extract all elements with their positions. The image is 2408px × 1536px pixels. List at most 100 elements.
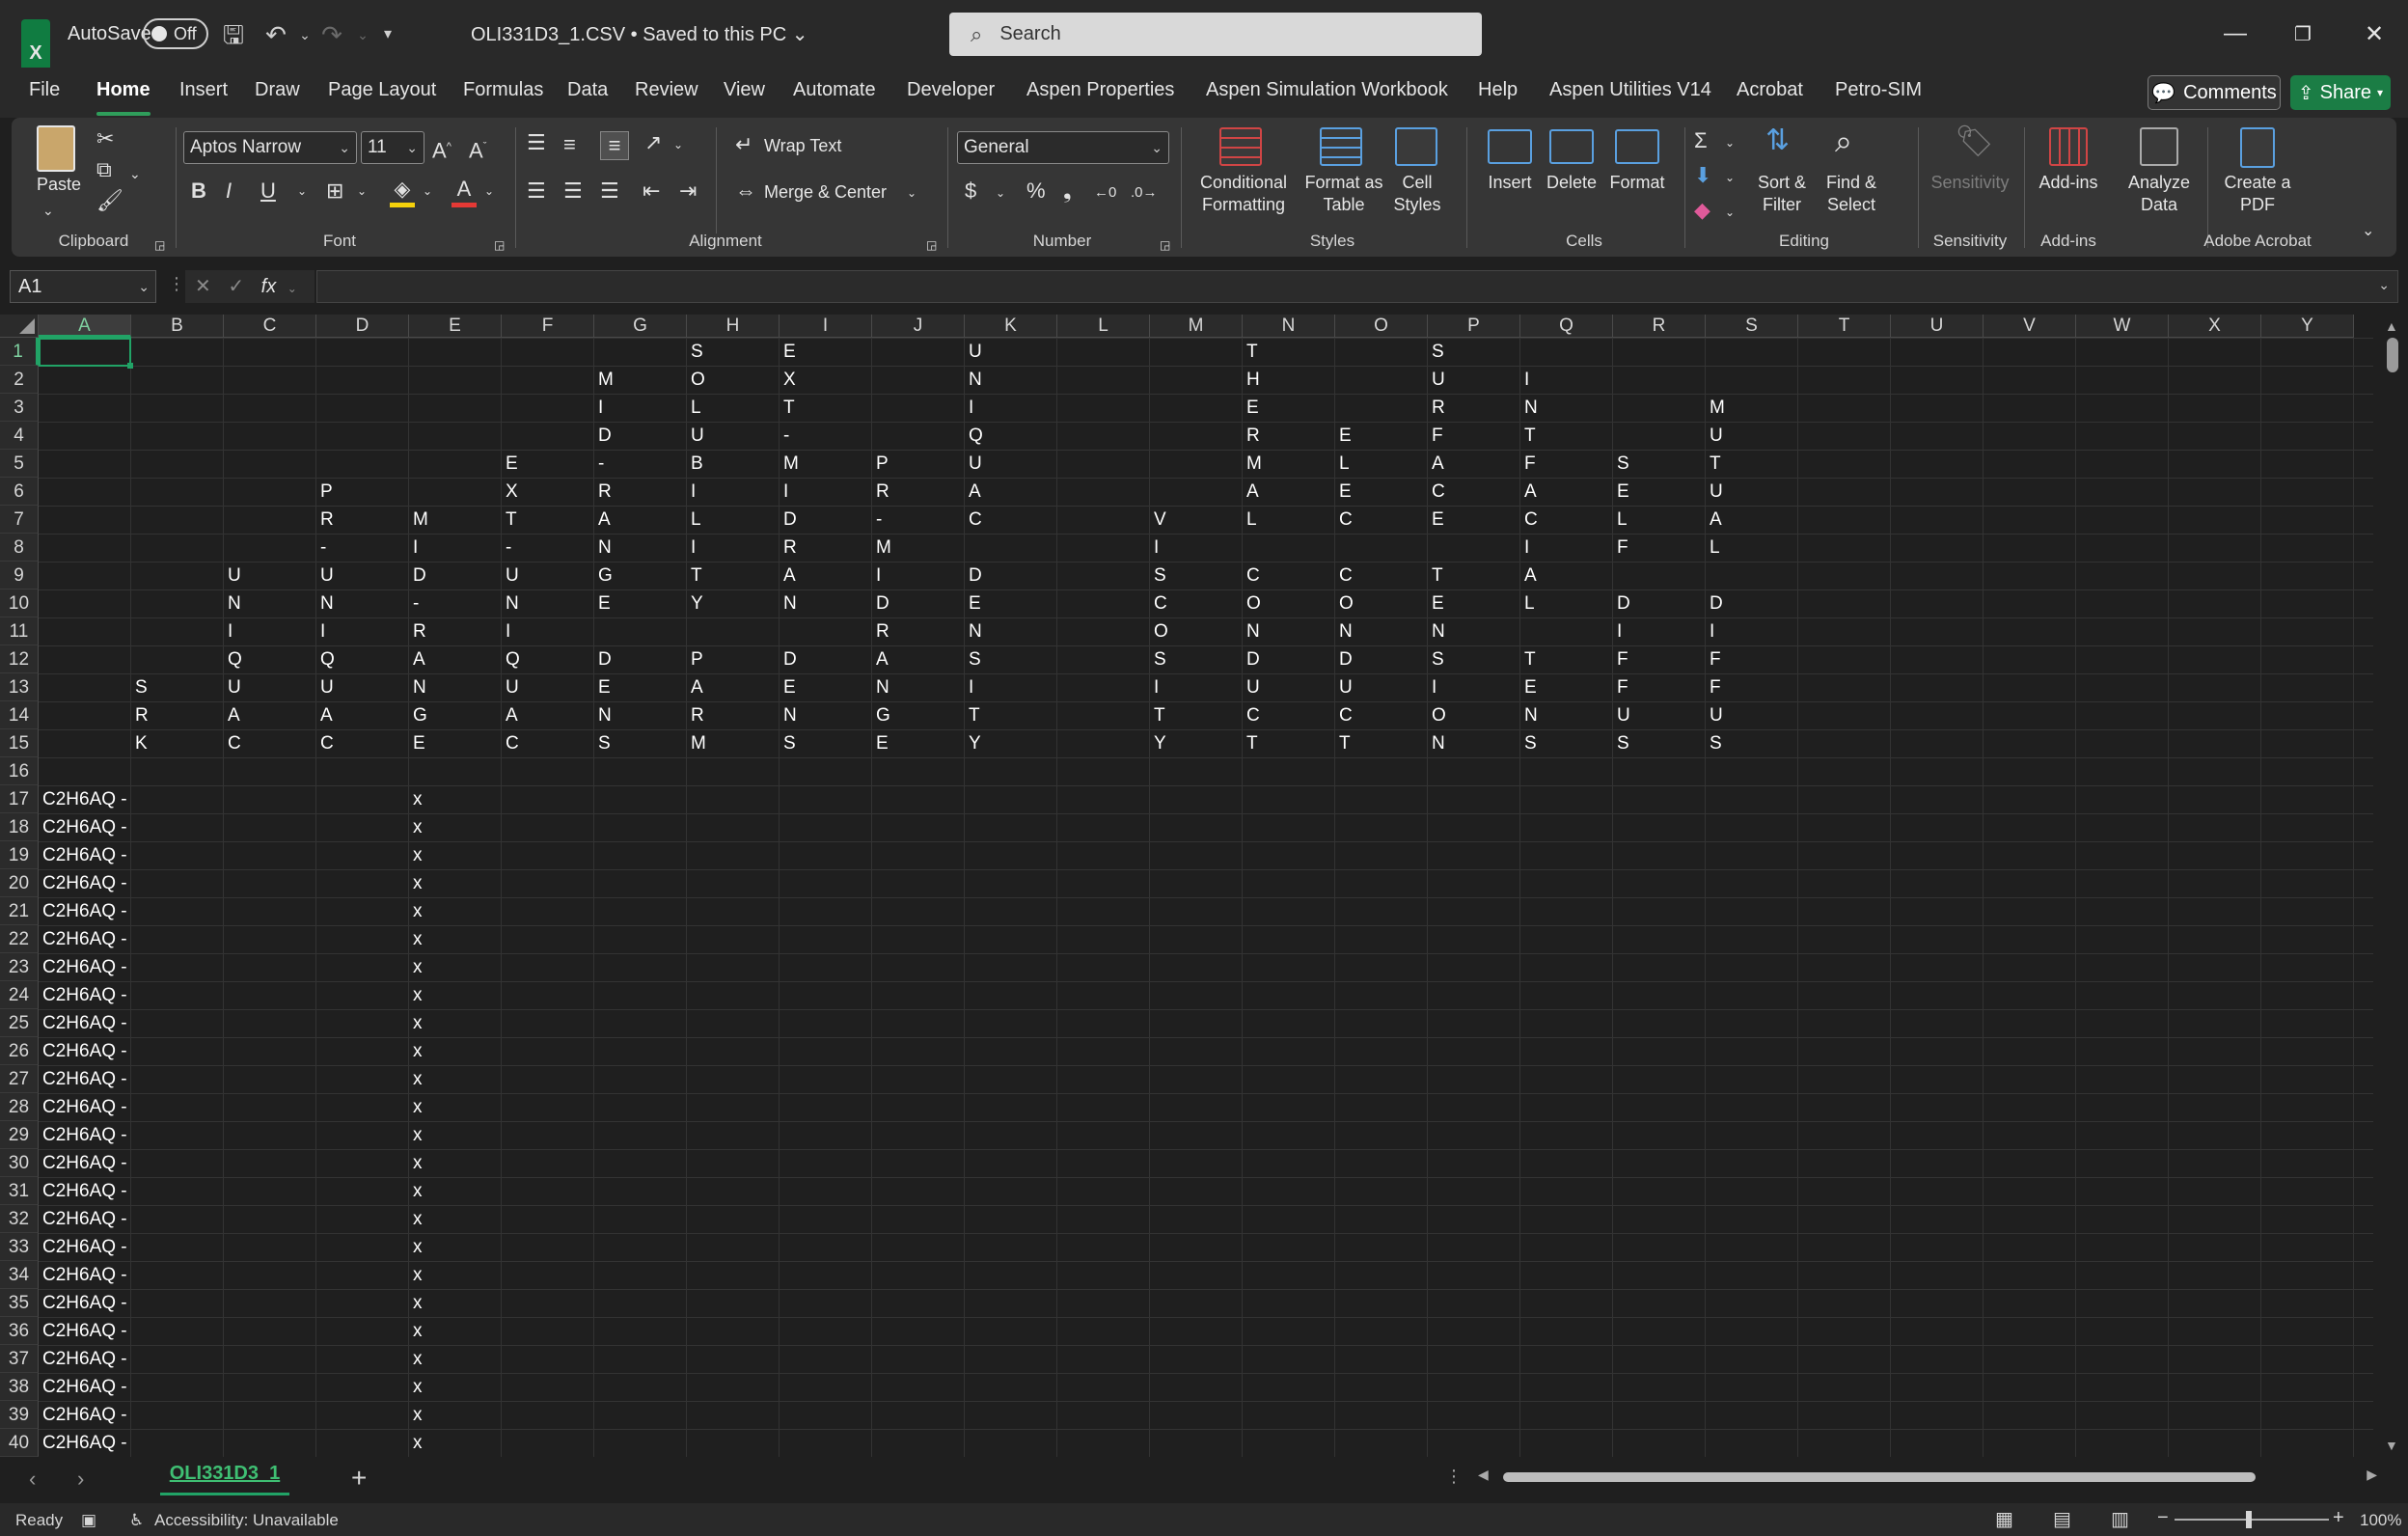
- more-options-icon[interactable]: ⋮: [168, 274, 185, 294]
- merge-dropdown-icon[interactable]: ⌄: [907, 179, 917, 206]
- cell-r13[interactable]: F: [1613, 673, 1706, 701]
- cell-a21[interactable]: C2H6AQ -: [39, 897, 127, 925]
- tab-formulas[interactable]: Formulas: [463, 79, 543, 108]
- cell-e34[interactable]: x: [409, 1261, 423, 1289]
- comments-button[interactable]: 💬 Comments: [2148, 75, 2281, 110]
- currency-icon[interactable]: $: [965, 178, 976, 205]
- cell-d15[interactable]: C: [316, 729, 409, 757]
- fill-color-dropdown-icon[interactable]: ⌄: [423, 178, 432, 205]
- cell-a30[interactable]: C2H6AQ -: [39, 1149, 127, 1177]
- add-sheet-icon[interactable]: +: [351, 1463, 367, 1494]
- column-header-f[interactable]: F: [502, 315, 594, 338]
- cell-m7[interactable]: V: [1150, 506, 1243, 534]
- normal-view-icon[interactable]: ▦: [1995, 1507, 2013, 1531]
- cell-styles-icon[interactable]: [1395, 127, 1437, 166]
- cell-k1[interactable]: U: [965, 338, 1057, 366]
- scroll-up-icon[interactable]: ▲: [2385, 318, 2398, 334]
- cell-k12[interactable]: S: [965, 645, 1057, 673]
- cell-o15[interactable]: T: [1335, 729, 1428, 757]
- cut-icon[interactable]: ✂: [96, 125, 114, 152]
- clear-icon[interactable]: ◆: [1694, 197, 1710, 224]
- insert-cells-icon[interactable]: [1488, 129, 1532, 164]
- cell-o4[interactable]: E: [1335, 422, 1428, 450]
- cell-i12[interactable]: D: [780, 645, 872, 673]
- cell-f11[interactable]: I: [502, 617, 594, 645]
- scroll-left-icon[interactable]: ◀: [1478, 1467, 1489, 1483]
- cell-d9[interactable]: U: [316, 562, 409, 590]
- cell-j14[interactable]: G: [872, 701, 965, 729]
- row-header-29[interactable]: 29: [0, 1121, 39, 1149]
- cell-n9[interactable]: C: [1243, 562, 1335, 590]
- font-name-combo[interactable]: Aptos Narrow ⌄: [183, 131, 357, 164]
- cell-d12[interactable]: Q: [316, 645, 409, 673]
- cell-s7[interactable]: A: [1706, 506, 1798, 534]
- cell-s8[interactable]: L: [1706, 534, 1798, 562]
- cell-p4[interactable]: F: [1428, 422, 1520, 450]
- tab-file[interactable]: File: [29, 79, 60, 108]
- row-header-14[interactable]: 14: [0, 701, 39, 729]
- prev-sheet-icon[interactable]: ‹: [29, 1467, 36, 1492]
- cell-h4[interactable]: U: [687, 422, 780, 450]
- cell-f6[interactable]: X: [502, 478, 594, 506]
- cell-j10[interactable]: D: [872, 590, 965, 617]
- sensitivity-icon[interactable]: 🏷: [1955, 125, 1994, 156]
- tab-petro-sim[interactable]: Petro-SIM: [1835, 79, 1922, 108]
- tab-aspen-utilities[interactable]: Aspen Utilities V14: [1549, 79, 1711, 108]
- macro-record-icon[interactable]: ▣: [81, 1511, 96, 1530]
- cell-j13[interactable]: N: [872, 673, 965, 701]
- cell-i13[interactable]: E: [780, 673, 872, 701]
- cell-g2[interactable]: M: [594, 366, 687, 394]
- cell-a19[interactable]: C2H6AQ -: [39, 841, 127, 869]
- cell-k14[interactable]: T: [965, 701, 1057, 729]
- cell-c9[interactable]: U: [224, 562, 316, 590]
- create-pdf-icon[interactable]: [2240, 127, 2275, 168]
- row-header-26[interactable]: 26: [0, 1037, 39, 1065]
- cell-f12[interactable]: Q: [502, 645, 594, 673]
- cell-s4[interactable]: U: [1706, 422, 1798, 450]
- cell-e28[interactable]: x: [409, 1093, 423, 1121]
- tab-developer[interactable]: Developer: [907, 79, 995, 108]
- cell-a35[interactable]: C2H6AQ -: [39, 1289, 127, 1317]
- cell-c10[interactable]: N: [224, 590, 316, 617]
- decrease-font-icon[interactable]: Aˇ: [469, 133, 486, 164]
- tab-view[interactable]: View: [724, 79, 765, 108]
- enter-icon[interactable]: ✓: [228, 276, 244, 297]
- cell-a22[interactable]: C2H6AQ -: [39, 925, 127, 953]
- number-format-combo[interactable]: General ⌄: [957, 131, 1169, 164]
- analyze-data-label[interactable]: Analyze Data: [2121, 172, 2198, 216]
- cell-e12[interactable]: A: [409, 645, 502, 673]
- add-ins-label[interactable]: Add-ins: [2030, 172, 2107, 194]
- cell-f8[interactable]: -: [502, 534, 594, 562]
- column-header-t[interactable]: T: [1798, 315, 1891, 338]
- column-header-s[interactable]: S: [1706, 315, 1798, 338]
- row-header-12[interactable]: 12: [0, 645, 39, 673]
- cell-k6[interactable]: A: [965, 478, 1057, 506]
- cell-k9[interactable]: D: [965, 562, 1057, 590]
- cell-j6[interactable]: R: [872, 478, 965, 506]
- increase-decimal-icon[interactable]: ←0: [1094, 179, 1116, 206]
- cell-m8[interactable]: I: [1150, 534, 1243, 562]
- cell-p12[interactable]: S: [1428, 645, 1520, 673]
- cell-s6[interactable]: U: [1706, 478, 1798, 506]
- tab-aspen-properties[interactable]: Aspen Properties: [1026, 79, 1174, 108]
- save-icon[interactable]: 🖫: [220, 21, 247, 48]
- cell-e33[interactable]: x: [409, 1233, 423, 1261]
- column-header-m[interactable]: M: [1150, 315, 1243, 338]
- cell-o10[interactable]: O: [1335, 590, 1428, 617]
- cell-a31[interactable]: C2H6AQ -: [39, 1177, 127, 1205]
- cell-k13[interactable]: I: [965, 673, 1057, 701]
- cell-f13[interactable]: U: [502, 673, 594, 701]
- cell-f5[interactable]: E: [502, 450, 594, 478]
- redo-dropdown-icon[interactable]: ⌄: [349, 21, 376, 48]
- cell-q12[interactable]: T: [1520, 645, 1613, 673]
- row-header-38[interactable]: 38: [0, 1373, 39, 1401]
- bold-icon[interactable]: B: [191, 178, 206, 205]
- column-header-u[interactable]: U: [1891, 315, 1984, 338]
- paste-dropdown-icon[interactable]: ⌄: [42, 197, 54, 224]
- cell-b13[interactable]: S: [131, 673, 224, 701]
- cell-j11[interactable]: R: [872, 617, 965, 645]
- cell-e17[interactable]: x: [409, 785, 423, 813]
- tab-page-layout[interactable]: Page Layout: [328, 79, 436, 108]
- decrease-indent-icon[interactable]: ⇤: [643, 178, 660, 205]
- font-size-combo[interactable]: 11 ⌄: [361, 131, 424, 164]
